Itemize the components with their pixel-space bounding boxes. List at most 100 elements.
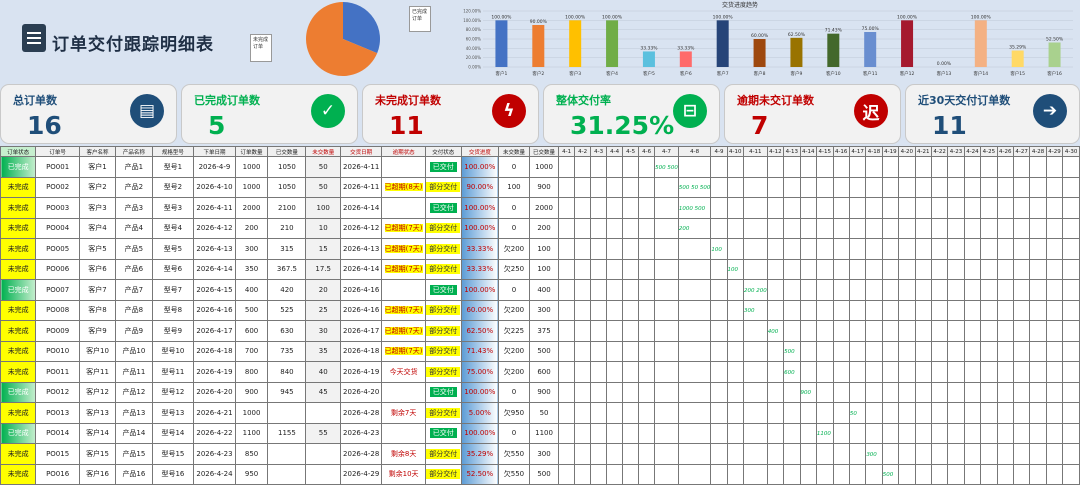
gantt-cell[interactable] <box>996 402 1014 424</box>
gantt-cell[interactable] <box>726 279 744 301</box>
gantt-cell[interactable] <box>898 217 916 239</box>
gantt-cell[interactable] <box>783 176 801 198</box>
table-row[interactable]: 未完成 PO004 客户4 产品4 型号4 2026-4-12 200 210 10 2026-4… <box>0 217 1080 239</box>
date-column-header[interactable]: 4-15 <box>815 146 834 157</box>
gantt-cell[interactable] <box>1029 197 1047 219</box>
gantt-cell[interactable] <box>710 422 728 444</box>
customer-cell[interactable]: 客户1 <box>78 156 117 178</box>
gantt-cell[interactable] <box>1045 156 1064 178</box>
gantt-cell[interactable] <box>881 422 900 444</box>
column-header[interactable]: 未交数量 <box>305 146 341 157</box>
order-id-cell[interactable]: PO007 <box>35 279 80 301</box>
gantt-cell[interactable] <box>1012 463 1031 485</box>
gantt-cell[interactable] <box>574 361 592 383</box>
gantt-cell[interactable] <box>930 402 949 424</box>
gantt-cell[interactable] <box>881 320 900 342</box>
gantt-cell[interactable] <box>1045 340 1064 362</box>
gantt-cell[interactable] <box>638 238 656 260</box>
gantt-cell[interactable] <box>963 156 982 178</box>
status-cell[interactable]: 未完成 <box>0 443 37 465</box>
gantt-cell[interactable] <box>622 299 640 321</box>
gantt-cell[interactable] <box>710 299 728 321</box>
date-column-header[interactable]: 4-11 <box>742 146 768 157</box>
gantt-cell[interactable] <box>638 217 656 239</box>
delivered-cell[interactable]: 300 <box>528 443 560 465</box>
remaining-cell[interactable]: 17.5 <box>305 258 341 280</box>
gantt-cell[interactable] <box>1045 320 1064 342</box>
column-header[interactable]: 未交数量 <box>497 146 530 157</box>
gantt-cell[interactable] <box>898 320 916 342</box>
date-column-header[interactable]: 4-19 <box>881 146 900 157</box>
gantt-cell[interactable] <box>963 463 982 485</box>
gantt-cell[interactable] <box>947 258 965 280</box>
shipped-cell[interactable]: 735 <box>267 340 307 362</box>
gantt-cell[interactable] <box>1012 258 1031 280</box>
gantt-cell[interactable] <box>606 361 624 383</box>
gantt-cell[interactable] <box>815 361 834 383</box>
undelivered-cell[interactable]: 0 <box>497 422 530 444</box>
gantt-cell[interactable] <box>1029 176 1047 198</box>
gantt-cell[interactable] <box>799 361 817 383</box>
gantt-cell[interactable] <box>677 402 712 424</box>
gantt-cell[interactable] <box>832 238 850 260</box>
gantt-cell[interactable] <box>638 197 656 219</box>
product-cell[interactable]: 产品8 <box>115 299 153 321</box>
gantt-cell[interactable] <box>574 156 592 178</box>
table-row[interactable]: 未完成 PO013 客户13 产品13 型号13 2026-4-21 1000 2026-4-… <box>0 402 1080 424</box>
remaining-cell[interactable] <box>305 443 341 465</box>
gantt-cell[interactable] <box>1045 422 1064 444</box>
gantt-cell[interactable] <box>638 156 656 178</box>
delivered-cell[interactable]: 375 <box>528 320 560 342</box>
gantt-cell[interactable] <box>1045 197 1064 219</box>
gantt-cell[interactable] <box>930 299 949 321</box>
table-row[interactable]: 未完成 PO006 客户6 产品6 型号6 2026-4-14 350 367.5 17.5 20… <box>0 258 1080 280</box>
gantt-cell[interactable] <box>590 197 608 219</box>
gantt-cell[interactable] <box>677 320 712 342</box>
overdue-cell[interactable]: 剩余7天 <box>381 402 426 424</box>
column-header[interactable]: 交货进度 <box>460 146 499 157</box>
gantt-cell[interactable] <box>606 340 624 362</box>
gantt-cell[interactable] <box>898 176 916 198</box>
gantt-cell[interactable] <box>638 422 656 444</box>
gantt-cell[interactable]: 600 <box>783 361 801 383</box>
gantt-cell[interactable] <box>996 299 1014 321</box>
gantt-cell[interactable] <box>930 381 949 403</box>
gantt-cell[interactable] <box>622 197 640 219</box>
date-column-header[interactable]: 4-21 <box>914 146 932 157</box>
gantt-cell[interactable] <box>783 463 801 485</box>
gantt-cell[interactable] <box>1062 238 1080 260</box>
delivered-cell[interactable]: 200 <box>528 217 560 239</box>
spec-cell[interactable]: 型号1 <box>151 156 195 178</box>
status-cell[interactable]: 未完成 <box>0 217 37 239</box>
undelivered-cell[interactable]: 0 <box>497 279 530 301</box>
undelivered-cell[interactable]: 欠225 <box>497 320 530 342</box>
gantt-cell[interactable] <box>622 463 640 485</box>
gantt-cell[interactable] <box>1012 299 1031 321</box>
gantt-cell[interactable] <box>963 422 982 444</box>
gantt-cell[interactable] <box>848 197 867 219</box>
gantt-cell[interactable] <box>799 422 817 444</box>
date-column-header[interactable]: 4-4 <box>606 146 624 157</box>
customer-cell[interactable]: 客户12 <box>78 381 117 403</box>
gantt-cell[interactable] <box>1029 443 1047 465</box>
gantt-cell[interactable] <box>848 176 867 198</box>
order-id-cell[interactable]: PO016 <box>35 463 80 485</box>
gantt-cell[interactable] <box>638 320 656 342</box>
gantt-cell[interactable] <box>606 463 624 485</box>
shipped-cell[interactable]: 630 <box>267 320 307 342</box>
order-date-cell[interactable]: 2026-4-22 <box>193 422 236 444</box>
delivered-cell[interactable]: 2000 <box>528 197 560 219</box>
progress-cell[interactable]: 60.00% <box>460 299 499 321</box>
spec-cell[interactable]: 型号13 <box>151 402 195 424</box>
gantt-cell[interactable] <box>766 340 785 362</box>
shipped-cell[interactable]: 1050 <box>267 176 307 198</box>
gantt-cell[interactable] <box>963 402 982 424</box>
gantt-cell[interactable] <box>947 402 965 424</box>
gantt-cell[interactable] <box>622 156 640 178</box>
gantt-cell[interactable] <box>726 176 744 198</box>
undelivered-cell[interactable]: 欠200 <box>497 299 530 321</box>
table-row[interactable]: 未完成 PO002 客户2 产品2 型号2 2026-4-10 1000 1050 50 2026… <box>0 176 1080 198</box>
gantt-cell[interactable] <box>783 443 801 465</box>
gantt-cell[interactable] <box>590 279 608 301</box>
gantt-cell[interactable] <box>1045 238 1064 260</box>
